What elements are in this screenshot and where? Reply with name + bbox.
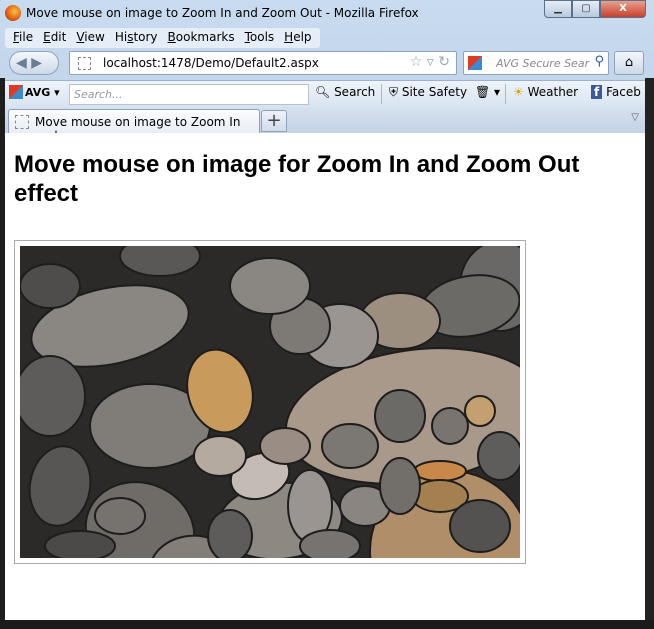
avg-toolbar: AVG ▾ Search... 🔍︎ Search ⛨ Site Safety … — [5, 80, 645, 107]
title-bar: Move mouse on image to Zoom In and Zoom … — [0, 0, 654, 26]
new-tab-button[interactable]: + — [261, 110, 287, 132]
menu-item[interactable]: History — [110, 28, 163, 48]
pebble — [94, 497, 146, 535]
pebbles-image[interactable] — [20, 246, 520, 558]
pebble — [379, 457, 421, 515]
dropdown-icon[interactable]: ▿ — [427, 54, 434, 70]
avg-search-button[interactable]: 🔍︎ Search — [315, 85, 375, 99]
menu-item[interactable]: Help — [279, 28, 316, 48]
firefox-icon — [5, 5, 21, 21]
pebble — [193, 435, 247, 477]
search-icon: 🔍︎ — [315, 85, 331, 99]
trash-button[interactable]: 🗑︎ ▾ — [475, 85, 500, 99]
divider — [381, 84, 382, 104]
pebble — [431, 407, 469, 445]
page-favicon-icon — [78, 57, 91, 70]
minimize-button[interactable]: ▁ — [544, 0, 572, 18]
pebble — [259, 427, 311, 465]
navigation-bar: ◀ ▶ localhost:1478/Demo/Default2.aspx ☆ … — [5, 50, 645, 76]
forward-icon[interactable]: ▶ — [31, 55, 42, 71]
address-bar[interactable]: localhost:1478/Demo/Default2.aspx ☆ ▿ ↻ — [69, 51, 457, 75]
avg-search-input[interactable]: Search... — [69, 84, 309, 105]
pebble — [20, 263, 81, 309]
url-text[interactable]: localhost:1478/Demo/Default2.aspx — [103, 56, 319, 70]
pebble — [321, 423, 379, 469]
site-safety-label: Site Safety — [401, 85, 468, 99]
divider — [505, 84, 506, 104]
pebble — [413, 460, 467, 482]
avg-logo-text: AVG — [25, 86, 51, 99]
menu-item[interactable]: Edit — [38, 28, 71, 48]
facebook-label: Faceb — [606, 85, 641, 99]
home-button[interactable]: ⌂ — [614, 51, 644, 75]
home-icon: ⌂ — [624, 55, 634, 70]
pebble — [477, 431, 520, 481]
search-box[interactable]: AVG Secure Sear ⚲ — [463, 51, 609, 75]
back-forward-buttons[interactable]: ◀ ▶ — [9, 51, 59, 75]
weather-icon: ☀ — [513, 85, 524, 99]
pebble — [207, 509, 253, 558]
back-icon[interactable]: ◀ — [16, 55, 27, 71]
pebble — [20, 355, 86, 437]
window-border — [0, 78, 5, 620]
search-label: Search — [334, 85, 376, 99]
bookmark-star-icon[interactable]: ☆ — [410, 54, 423, 70]
pebble — [374, 389, 426, 443]
pebble — [299, 529, 361, 558]
pebble — [229, 257, 311, 315]
pebble — [464, 395, 496, 427]
facebook-button[interactable]: f Faceb — [591, 85, 641, 99]
trash-icon: 🗑︎ — [475, 85, 491, 99]
menu-item[interactable]: File — [8, 28, 38, 48]
search-engine-icon[interactable] — [468, 56, 482, 70]
menu-item[interactable]: Tools — [240, 28, 280, 48]
avg-menu[interactable]: AVG ▾ — [9, 85, 60, 99]
window-title: Move mouse on image to Zoom In and Zoom … — [26, 6, 419, 20]
weather-button[interactable]: ☀ Weather — [513, 85, 578, 99]
menu-bar: File Edit View History Bookmarks Tools Help — [5, 28, 320, 48]
zoom-image-container[interactable] — [14, 240, 526, 564]
pebble — [449, 499, 511, 553]
search-icon[interactable]: ⚲ — [594, 54, 604, 69]
pebble — [44, 530, 116, 558]
page-heading: Move mouse on image for Zoom In and Zoom… — [14, 151, 580, 207]
tab-list-dropdown-icon[interactable]: ▽ — [631, 112, 639, 123]
facebook-icon: f — [591, 85, 603, 99]
window-border — [0, 620, 654, 629]
menu-item[interactable]: View — [71, 28, 109, 48]
weather-label: Weather — [527, 85, 579, 99]
search-placeholder[interactable]: AVG Secure Sear — [496, 57, 592, 70]
shield-icon: ⛨ — [389, 85, 399, 99]
page-favicon-icon — [15, 115, 29, 129]
menu-item[interactable]: Bookmarks — [163, 28, 240, 48]
close-button[interactable]: X — [600, 0, 646, 18]
page-content: Move mouse on image for Zoom In and Zoom… — [5, 133, 645, 620]
window-border — [645, 78, 654, 620]
tab-strip: Move mouse on image to Zoom In and ... +… — [5, 107, 645, 143]
site-safety-button[interactable]: ⛨ Site Safety — [389, 85, 467, 100]
maximize-button[interactable]: ▢ — [572, 0, 600, 18]
reload-icon[interactable]: ↻ — [438, 54, 450, 70]
avg-logo-icon — [9, 85, 23, 99]
tab-active[interactable]: Move mouse on image to Zoom In and ... — [8, 109, 260, 143]
